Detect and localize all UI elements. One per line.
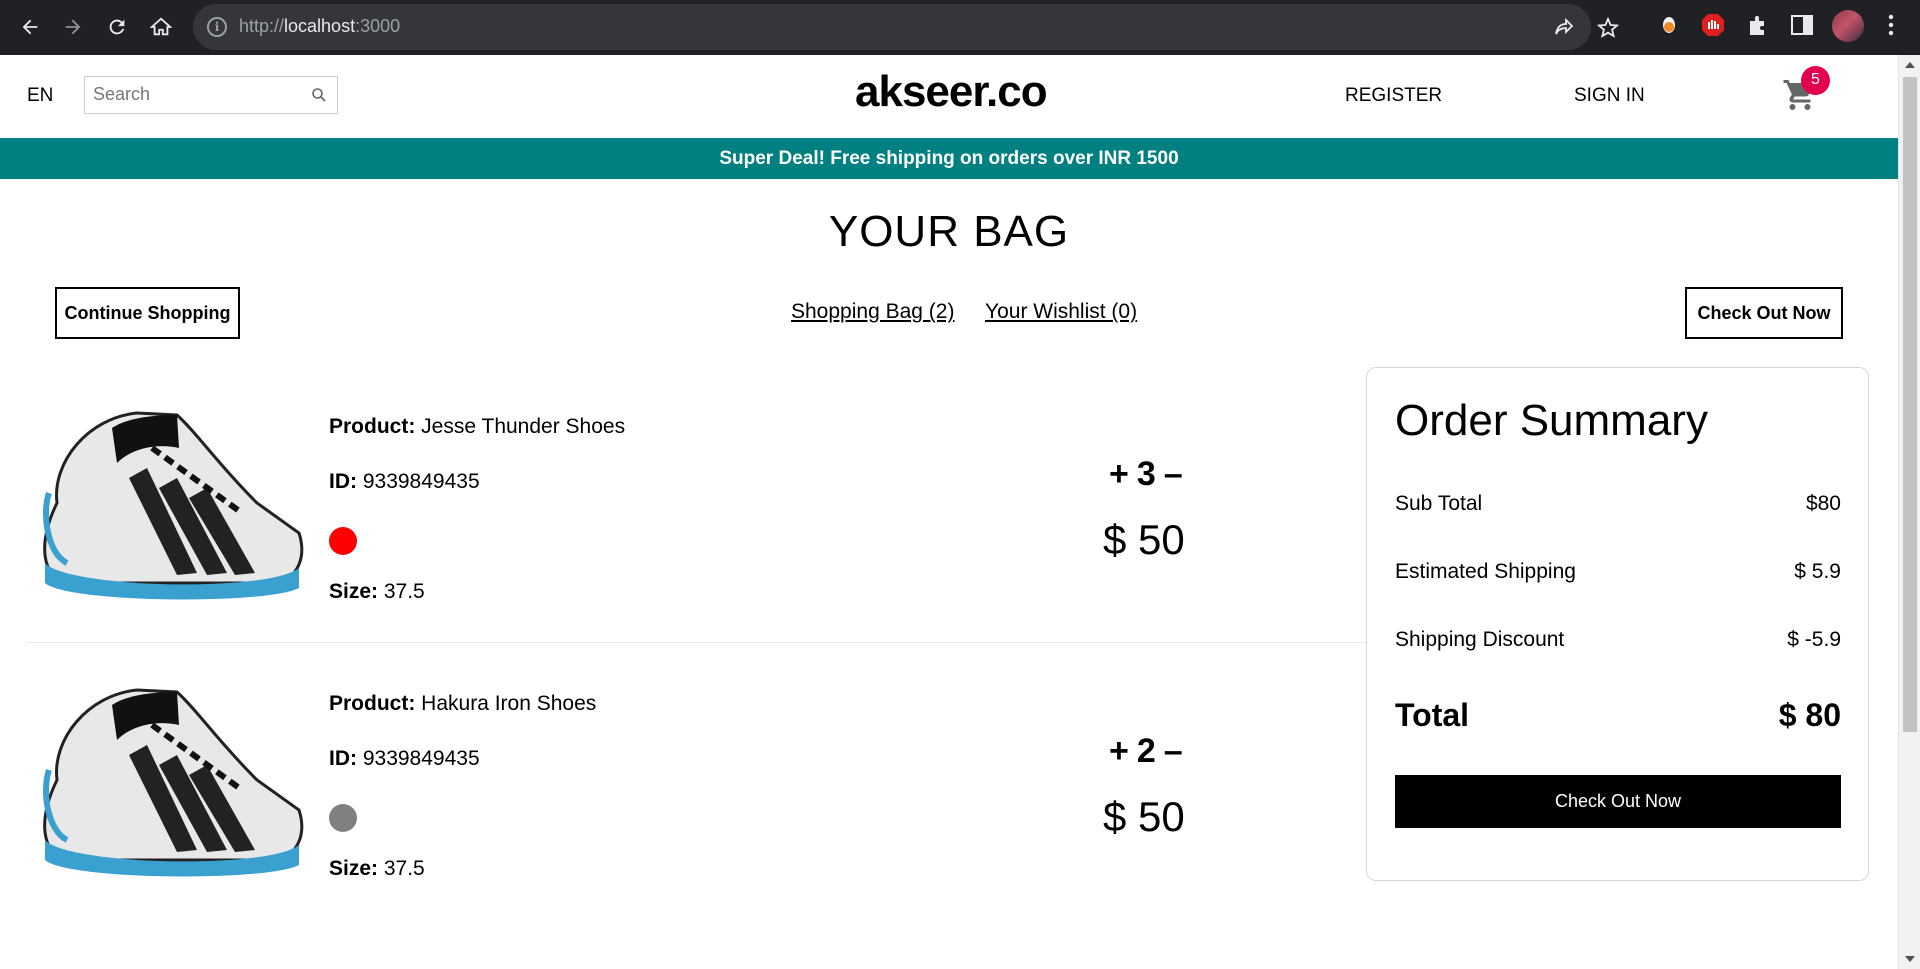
checkout-top-button[interactable]: Check Out Now (1685, 287, 1843, 339)
item-divider (27, 642, 1367, 643)
language-selector[interactable]: EN (27, 85, 53, 107)
page-title: YOUR BAG (828, 207, 1070, 256)
wishlist-link[interactable]: Your Wishlist (0) (985, 300, 1137, 324)
search-icon[interactable] (311, 87, 327, 103)
address-bar[interactable]: i http://localhost:3000 (193, 4, 1620, 50)
extensions-puzzle-icon[interactable] (1745, 12, 1771, 38)
site-header: EN akseer.co REGISTER SIGN IN 5 (0, 55, 1898, 138)
decrease-qty-button[interactable]: – (1160, 732, 1187, 771)
product-id: ID: 9339849435 (329, 747, 480, 770)
checkout-button[interactable]: Check Out Now (1395, 775, 1841, 828)
profile-avatar[interactable] (1832, 10, 1864, 42)
increase-qty-button[interactable]: + (1105, 732, 1133, 771)
back-icon[interactable] (15, 12, 45, 42)
subtotal-row: Sub Total $80 (1395, 492, 1841, 516)
browser-menu-icon[interactable] (1878, 12, 1904, 38)
product-image[interactable] (27, 393, 307, 603)
subtotal-label: Sub Total (1395, 492, 1483, 515)
bookmark-star-icon[interactable] (1596, 16, 1620, 40)
product-size: Size: 37.5 (329, 857, 425, 880)
shopping-bag-link[interactable]: Shopping Bag (2) (791, 300, 954, 324)
browser-toolbar: i http://localhost:3000 (0, 0, 1920, 55)
decrease-qty-button[interactable]: – (1160, 455, 1187, 494)
cart-item: Product: Hakura Iron Shoes ID: 933984943… (27, 670, 1367, 925)
subtotal-value: $80 (1805, 492, 1841, 515)
extension-icon[interactable] (1656, 12, 1682, 38)
product-price: $ 50 (1103, 516, 1185, 563)
product-name: Product: Jesse Thunder Shoes (329, 415, 626, 438)
order-summary: Order Summary Sub Total $80 Estimated Shi… (1366, 367, 1869, 881)
quantity-value: 2 (1136, 732, 1156, 770)
page-scrollbar[interactable] (1898, 55, 1920, 969)
cart-count-badge: 5 (1801, 66, 1830, 95)
quantity-stepper: +2– (1105, 732, 1187, 771)
announcement-bar: Super Deal! Free shipping on orders over… (0, 138, 1898, 179)
increase-qty-button[interactable]: + (1105, 455, 1133, 494)
summary-title: Order Summary (1395, 396, 1708, 445)
continue-shopping-button[interactable]: Continue Shopping (55, 287, 240, 339)
register-link[interactable]: REGISTER (1345, 85, 1442, 107)
home-icon[interactable] (146, 12, 176, 42)
address-url[interactable]: http://localhost:3000 (239, 16, 400, 37)
shipping-label: Estimated Shipping (1395, 560, 1576, 583)
reload-icon[interactable] (102, 12, 132, 42)
site-logo[interactable]: akseer.co (855, 67, 1048, 117)
adblock-icon[interactable] (1700, 12, 1726, 38)
scrollbar-thumb[interactable] (1903, 77, 1917, 732)
forward-icon[interactable] (58, 12, 88, 42)
site-info-icon[interactable]: i (207, 17, 227, 37)
product-size: Size: 37.5 (329, 580, 425, 603)
web-page: EN akseer.co REGISTER SIGN IN 5 Super De… (0, 55, 1898, 969)
total-label: Total (1395, 697, 1470, 733)
side-panel-icon[interactable] (1789, 12, 1815, 38)
discount-row: Shipping Discount $ -5.9 (1395, 628, 1841, 652)
product-image[interactable] (27, 670, 307, 880)
product-name: Product: Hakura Iron Shoes (329, 692, 597, 715)
share-icon[interactable] (1552, 16, 1576, 40)
scroll-up-arrow[interactable] (1905, 62, 1915, 68)
product-color-swatch (329, 804, 357, 832)
scroll-down-arrow[interactable] (1905, 956, 1915, 962)
total-value: $ 80 (1778, 697, 1841, 733)
search-input[interactable] (85, 77, 295, 111)
cart-item: Product: Jesse Thunder Shoes ID: 9339849… (27, 393, 1367, 648)
total-row: Total $ 80 (1395, 697, 1841, 734)
product-price: $ 50 (1103, 793, 1185, 840)
quantity-stepper: +3– (1105, 455, 1187, 494)
quantity-value: 3 (1136, 455, 1156, 493)
shipping-row: Estimated Shipping $ 5.9 (1395, 560, 1841, 584)
shipping-value: $ 5.9 (1794, 560, 1841, 583)
product-id: ID: 9339849435 (329, 470, 480, 493)
product-color-swatch (329, 527, 357, 555)
search-box (84, 76, 338, 114)
discount-value: $ -5.9 (1787, 628, 1841, 651)
discount-label: Shipping Discount (1395, 628, 1565, 651)
sign-in-link[interactable]: SIGN IN (1574, 85, 1645, 107)
